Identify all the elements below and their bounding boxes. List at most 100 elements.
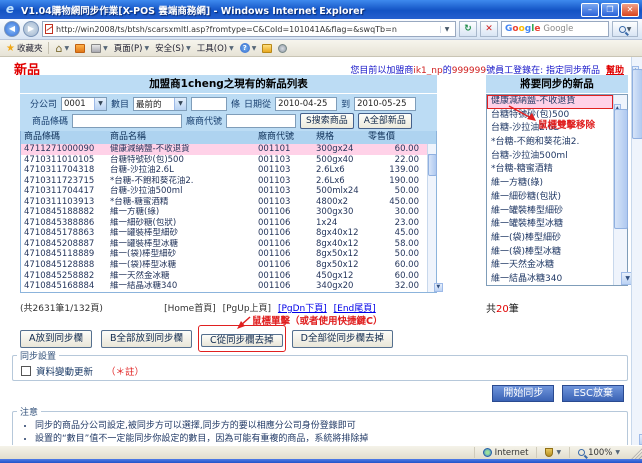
- cell-barcode: 4710845258882: [24, 270, 95, 281]
- cell-vendor: 001106: [258, 238, 291, 249]
- nav-home[interactable]: [Home首頁]: [164, 304, 216, 314]
- sync-list-item[interactable]: *台糖-糖蜜酒精: [487, 163, 613, 177]
- forward-button[interactable]: ▶: [23, 21, 39, 37]
- search-input[interactable]: Google Google: [501, 21, 609, 37]
- protected-mode-pane[interactable]: ▼: [536, 447, 569, 458]
- table-row[interactable]: 4710311010105 台糖特號砂(包)500 001103 500gx40…: [21, 155, 427, 166]
- sync-list-item[interactable]: 維一細砂糖(包狀): [487, 191, 613, 205]
- search-go-button[interactable]: ▼: [612, 21, 638, 37]
- scrollbar-thumb[interactable]: [632, 69, 642, 139]
- cell-price: 60.00: [394, 260, 419, 271]
- sync-settings-legend: 同步設置: [20, 352, 57, 362]
- sync-list-scrollbar[interactable]: ▲ ▼: [613, 95, 635, 285]
- note-item: 設置的“數目”值不一定能同步你設定的數目，因為可能有重複的商品，系統將排除掉: [35, 433, 627, 446]
- close-button[interactable]: ✕: [621, 2, 639, 17]
- table-row[interactable]: 4710311704318 台糖-沙拉油2.6L 001103 2.6Lx6 1…: [21, 165, 427, 176]
- zone-pane: Internet: [473, 447, 537, 458]
- table-scrollbar[interactable]: ▲ ▼: [427, 144, 443, 292]
- count-input[interactable]: [191, 96, 228, 111]
- sync-list-item[interactable]: 維一(袋)棒型冰糖: [487, 246, 613, 260]
- page-scrollbar[interactable]: ▲ ▼: [631, 57, 642, 445]
- sync-list-item[interactable]: 維一罐裝棒型細砂: [487, 205, 613, 219]
- resize-grip[interactable]: [630, 446, 642, 459]
- home-button[interactable]: ⌂ ▼: [55, 43, 69, 54]
- sync-list-item[interactable]: 維一罐裝棒型冰糖: [487, 218, 613, 232]
- add-to-sync-button[interactable]: A放到同步欄: [20, 329, 92, 348]
- sync-item-label: 維一結晶冰糖340: [491, 273, 563, 284]
- table-row[interactable]: 4710845168884 維一結晶冰糖340 001106 340gx20 3…: [21, 281, 427, 292]
- table-row[interactable]: 4710311704417 台糖-沙拉油500ml 001103 500mlx2…: [21, 186, 427, 197]
- minimize-button[interactable]: –: [581, 2, 599, 17]
- scroll-down-icon[interactable]: ▼: [433, 283, 443, 292]
- cell-vendor: 001106: [258, 270, 291, 281]
- cancel-button[interactable]: ESC放棄: [562, 385, 624, 402]
- table-row[interactable]: 4710845178863 維一罐裝棒型細砂 001106 8gx40x12 4…: [21, 228, 427, 239]
- count-label: 數目: [111, 100, 130, 110]
- count-value: 最前的: [136, 99, 162, 110]
- table-row[interactable]: 4710845258882 維一天然金冰糖 001106 450gx12 60.…: [21, 271, 427, 282]
- sync-list-item[interactable]: 台糖-沙拉油500ml: [487, 150, 613, 164]
- favorites-button[interactable]: ★ 收藏夾: [6, 42, 43, 55]
- cell-spec: 340gx20: [316, 281, 354, 292]
- ie-logo-icon: e: [5, 1, 15, 16]
- refresh-button[interactable]: ↻: [459, 21, 477, 37]
- barcode-input[interactable]: [72, 113, 183, 128]
- stop-button[interactable]: ✕: [480, 21, 498, 37]
- cell-vendor: 001101: [258, 144, 291, 154]
- zoom-pane[interactable]: 100% ▼: [569, 447, 628, 458]
- feeds-icon[interactable]: [75, 43, 86, 53]
- cell-spec: 8gx40x12: [316, 228, 359, 239]
- date-to-input[interactable]: 2010-05-25: [354, 96, 417, 111]
- menu-tools[interactable]: 工具(O) ▼: [197, 42, 234, 54]
- table-row[interactable]: 4710311723715 *台糖-不飽和葵花油2. 001103 2.6Lx6…: [21, 176, 427, 187]
- maximize-button[interactable]: ❐: [601, 2, 619, 17]
- sync-list-item[interactable]: *台糖-不飽和葵花油2.: [487, 136, 613, 150]
- print-button[interactable]: ▼: [91, 43, 108, 53]
- cell-barcode: 4710311010105: [24, 154, 95, 165]
- search-products-button[interactable]: S搜索商品: [300, 112, 354, 129]
- menu-page[interactable]: 頁面(P) ▼: [114, 42, 149, 54]
- table-row[interactable]: 4710845118889 維一(袋)棒型細砂 001106 8gx50x12 …: [21, 249, 427, 260]
- cell-spec: 1x24: [316, 217, 338, 228]
- scrollbar-thumb[interactable]: [428, 154, 437, 176]
- sync-list-item[interactable]: 維一(袋)棒型細砂: [487, 232, 613, 246]
- table-row[interactable]: 4710845188882 維一方糖(綠) 001106 300gx30 30.…: [21, 207, 427, 218]
- data-update-checkbox[interactable]: [21, 366, 31, 376]
- cell-barcode: 4710311723715: [24, 175, 95, 186]
- sync-list-item[interactable]: 維一方糖(綠): [487, 177, 613, 191]
- scroll-down-icon[interactable]: ▼: [638, 434, 642, 445]
- cell-name: 台糖-沙拉油2.6L: [110, 165, 174, 176]
- cell-vendor: 001103: [258, 175, 291, 186]
- toolbar-icon-a[interactable]: [262, 43, 273, 53]
- cell-price: 23.00: [394, 217, 419, 228]
- table-row[interactable]: 4710845128888 維一(袋)棒型冰糖 001106 8gx50x12 …: [21, 260, 427, 271]
- add-all-to-sync-button[interactable]: B全部放到同步欄: [101, 329, 193, 348]
- start-sync-button[interactable]: 開始同步: [492, 385, 555, 402]
- help-button[interactable]: ? ▼: [239, 43, 256, 53]
- scrollbar-thumb[interactable]: [614, 109, 628, 229]
- zone-label: Internet: [494, 447, 529, 458]
- all-products-button[interactable]: A全部新品: [357, 112, 412, 129]
- col-spec: 規格: [316, 132, 335, 142]
- vendor-input[interactable]: [226, 113, 297, 128]
- menu-safety[interactable]: 安全(S) ▼: [155, 42, 191, 54]
- remove-all-from-sync-button[interactable]: D全部從同步欄去掉: [291, 329, 393, 348]
- cell-name: 維一(袋)棒型細砂: [110, 249, 177, 260]
- sync-list-item[interactable]: 維一結晶冰糖340: [487, 273, 613, 285]
- cell-spec: 8gx50x12: [316, 249, 359, 260]
- url-text[interactable]: http://win2008/ts/btsh/scarsxmltl.asp?fr…: [56, 25, 437, 34]
- table-row[interactable]: 4710845388886 維一細砂糖(包狀) 001106 1x24 23.0…: [21, 218, 427, 229]
- url-box[interactable]: http://win2008/ts/btsh/scarsxmltl.asp?fr…: [42, 21, 456, 37]
- count-select[interactable]: 最前的 ▼: [133, 96, 188, 111]
- favorites-label: 收藏夾: [16, 44, 43, 54]
- sync-list-item[interactable]: 維一天然金冰糖: [487, 259, 613, 273]
- toolbar-icon-b[interactable]: [278, 43, 288, 53]
- sync-item-label: *台糖-不飽和葵花油2.: [491, 137, 580, 148]
- table-row[interactable]: 4711271000090 健康減納鹽-不收退貨 001101 300gx24 …: [21, 144, 427, 155]
- date-from-input[interactable]: 2010-04-25: [275, 96, 338, 111]
- table-row[interactable]: 4710311103913 *台糖-糖蜜酒精 001103 4800x2 450…: [21, 197, 427, 208]
- chevron-down-icon[interactable]: ▼: [440, 25, 453, 33]
- back-button[interactable]: ◀: [4, 21, 20, 37]
- branch-select[interactable]: 0001 ▼: [61, 96, 108, 111]
- table-row[interactable]: 4710845208887 維一罐裝棒型冰糖 001106 8gx40x12 5…: [21, 239, 427, 250]
